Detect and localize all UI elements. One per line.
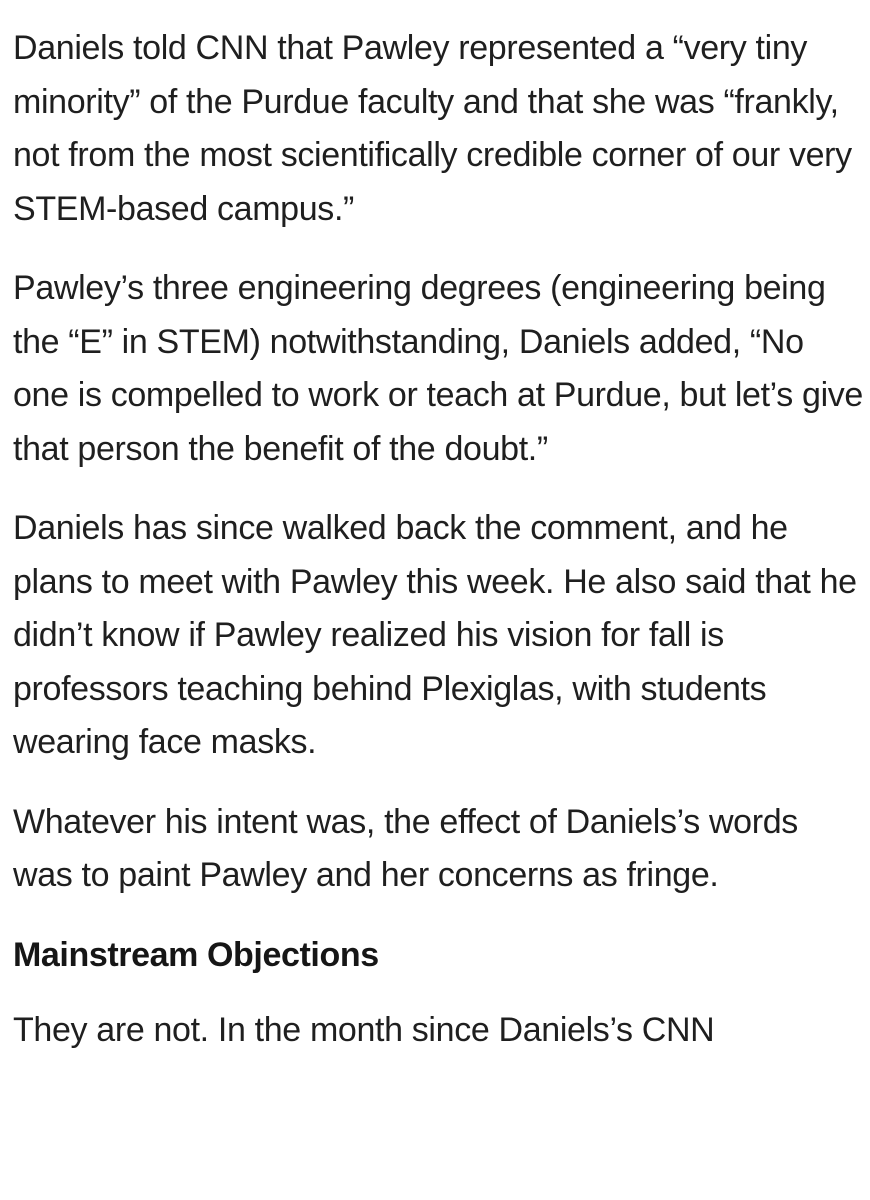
paragraph-pawley-degrees: Pawley’s three engineering degrees (engi… — [13, 269, 863, 468]
paragraph-effect-of-words: Whatever his intent was, the effect of D… — [13, 802, 798, 895]
paragraph-daniels-cnn-quote: Daniels told CNN that Pawley represented… — [13, 29, 852, 228]
article-body: Daniels told CNN that Pawley represented… — [13, 22, 863, 1084]
paragraph-they-are-not: They are not. In the month since Daniels… — [13, 1011, 715, 1049]
section-heading: Mainstream Objections — [13, 935, 379, 974]
paragraph-daniels-walked-back: Daniels has since walked back the commen… — [13, 509, 857, 761]
